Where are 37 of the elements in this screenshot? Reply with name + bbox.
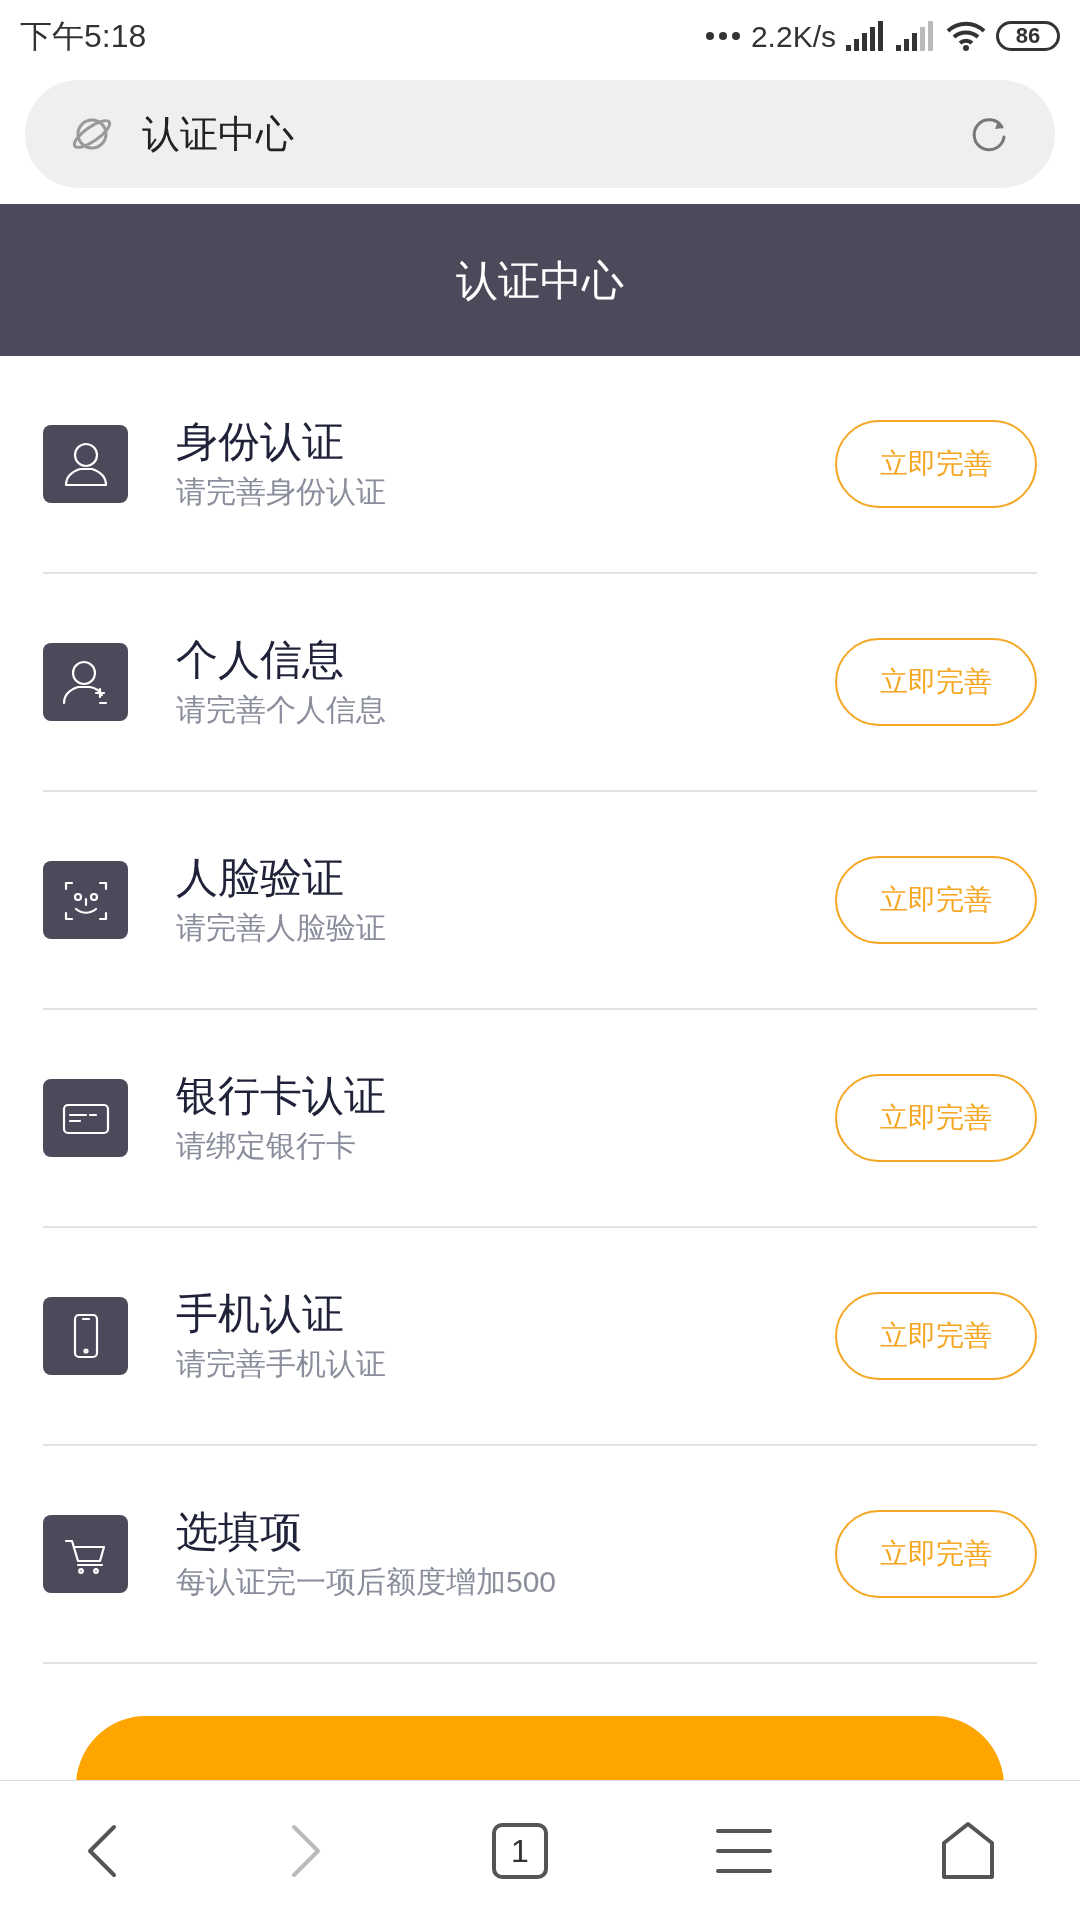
phone-icon	[43, 1297, 128, 1375]
network-speed: 2.2K/s	[750, 18, 836, 55]
item-title: 身份认证	[176, 421, 345, 463]
item-subtitle: 请完善个人信息	[176, 695, 387, 725]
header-title: 认证中心	[456, 255, 624, 306]
item-title: 银行卡认证	[176, 1075, 387, 1117]
user-icon	[43, 425, 128, 503]
item-subtitle: 每认证完一项后额度增加500	[176, 1567, 558, 1597]
face-scan-icon	[43, 861, 128, 939]
wifi-icon	[946, 21, 986, 51]
item-title: 个人信息	[176, 639, 345, 681]
cart-icon	[43, 1515, 128, 1593]
item-subtitle: 请绑定银行卡	[176, 1131, 357, 1161]
dots-icon	[704, 31, 741, 41]
complete-button[interactable]: 立即完善	[835, 1510, 1037, 1598]
tabs-button[interactable]: 1	[492, 1822, 548, 1879]
complete-button[interactable]: 立即完善	[835, 1292, 1037, 1380]
status-time: 下午5:18	[20, 17, 147, 56]
item-subtitle: 请完善人脸验证	[176, 913, 387, 943]
complete-button[interactable]: 立即完善	[835, 420, 1037, 508]
item-subtitle: 请完善手机认证	[176, 1349, 387, 1379]
item-title: 选填项	[176, 1511, 303, 1553]
complete-button[interactable]: 立即完善	[835, 1074, 1037, 1162]
card-icon	[43, 1079, 128, 1157]
complete-button[interactable]: 立即完善	[835, 856, 1037, 944]
page-title: 认证中心	[142, 111, 295, 157]
home-icon[interactable]	[940, 1820, 996, 1881]
menu-icon[interactable]	[716, 1826, 772, 1875]
item-title: 人脸验证	[176, 857, 345, 899]
address-bar[interactable]: 认证中心	[25, 80, 1055, 188]
user-plus-icon	[43, 643, 128, 721]
item-title: 手机认证	[176, 1293, 345, 1335]
complete-button[interactable]: 立即完善	[835, 638, 1037, 726]
signal-icon	[896, 21, 936, 51]
signal-icon	[846, 21, 886, 51]
battery-indicator: 86	[996, 21, 1060, 51]
item-subtitle: 请完善身份认证	[176, 477, 387, 507]
